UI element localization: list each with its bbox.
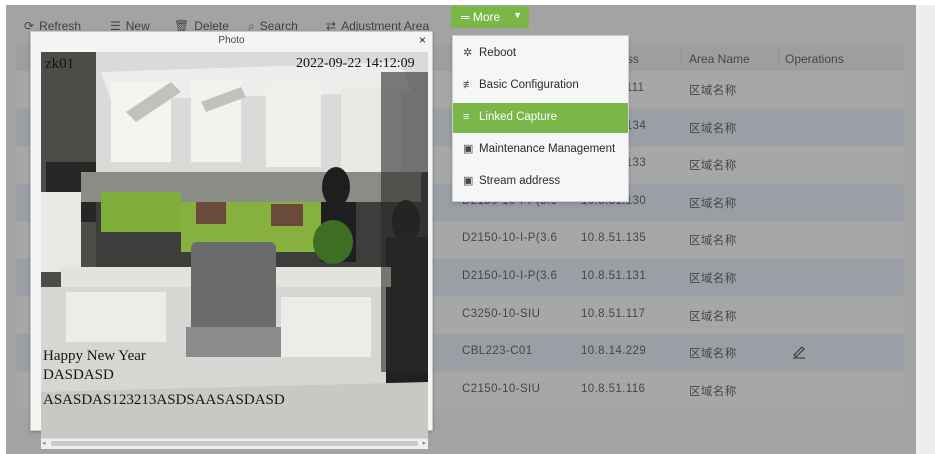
page-scrollbar[interactable] <box>916 5 935 454</box>
horizontal-scrollbar[interactable]: ◂ ▸ <box>41 438 428 449</box>
menu-item-basic-configuration[interactable]: ≢ Basic Configuration <box>453 71 628 101</box>
app-window: ⟳ Refresh ☰ New 🗑 Delete ⌕ Search ⇄ Adjustmen… <box>6 5 916 454</box>
list-icon: ≡ <box>463 111 470 123</box>
reboot-icon: ✲ <box>463 47 473 59</box>
menu-item-reboot[interactable]: ✲ Reboot <box>453 39 628 69</box>
more-dropdown-menu: ✲ Reboot ≢ Basic Configuration ≡ Linked Captu… <box>452 35 629 202</box>
menu-item-label: Maintenance Management <box>479 143 616 155</box>
document-icon: ▣ <box>463 143 474 155</box>
more-label: ═ More <box>461 10 501 24</box>
document-icon: ▣ <box>463 175 474 187</box>
scroll-left-icon[interactable]: ◂ <box>42 439 46 447</box>
chevron-down-icon: ▼ <box>513 10 522 20</box>
overlay-text-line: ASASDAS123213ASDSAASASDASD <box>43 392 285 408</box>
menu-item-label: Reboot <box>479 47 517 59</box>
menu-item-label: Basic Configuration <box>479 79 579 91</box>
menu-item-linked-capture[interactable]: ≡ Linked Capture <box>453 103 628 133</box>
overlay-timestamp: 2022-09-22 14:12:09 <box>296 56 415 71</box>
overlay-camera-name: zk01 <box>45 56 75 72</box>
photo-dialog: Photo × zk01 2022-09-22 14:12:09 Happy N… <box>30 31 433 449</box>
overlay-text-line: DASDASD <box>43 367 114 383</box>
more-button[interactable]: ═ More ▼ <box>451 6 529 28</box>
overlay-text-line: Happy New Year <box>43 348 146 364</box>
menu-item-label: Stream address <box>479 175 561 187</box>
scroll-right-icon[interactable]: ▸ <box>422 439 426 447</box>
menu-item-label: Linked Capture <box>479 111 557 123</box>
menu-item-stream-address[interactable]: ▣ Stream address <box>453 167 628 197</box>
dialog-title: Photo <box>218 35 245 46</box>
close-button[interactable]: × <box>419 32 426 49</box>
captured-photo: zk01 2022-09-22 14:12:09 Happy New Year … <box>41 52 428 438</box>
sliders-icon: ≢ <box>463 79 474 91</box>
scroll-thumb[interactable] <box>51 441 418 446</box>
menu-lines-icon: ═ <box>461 10 470 24</box>
menu-item-maintenance-management[interactable]: ▣ Maintenance Management <box>453 135 628 165</box>
